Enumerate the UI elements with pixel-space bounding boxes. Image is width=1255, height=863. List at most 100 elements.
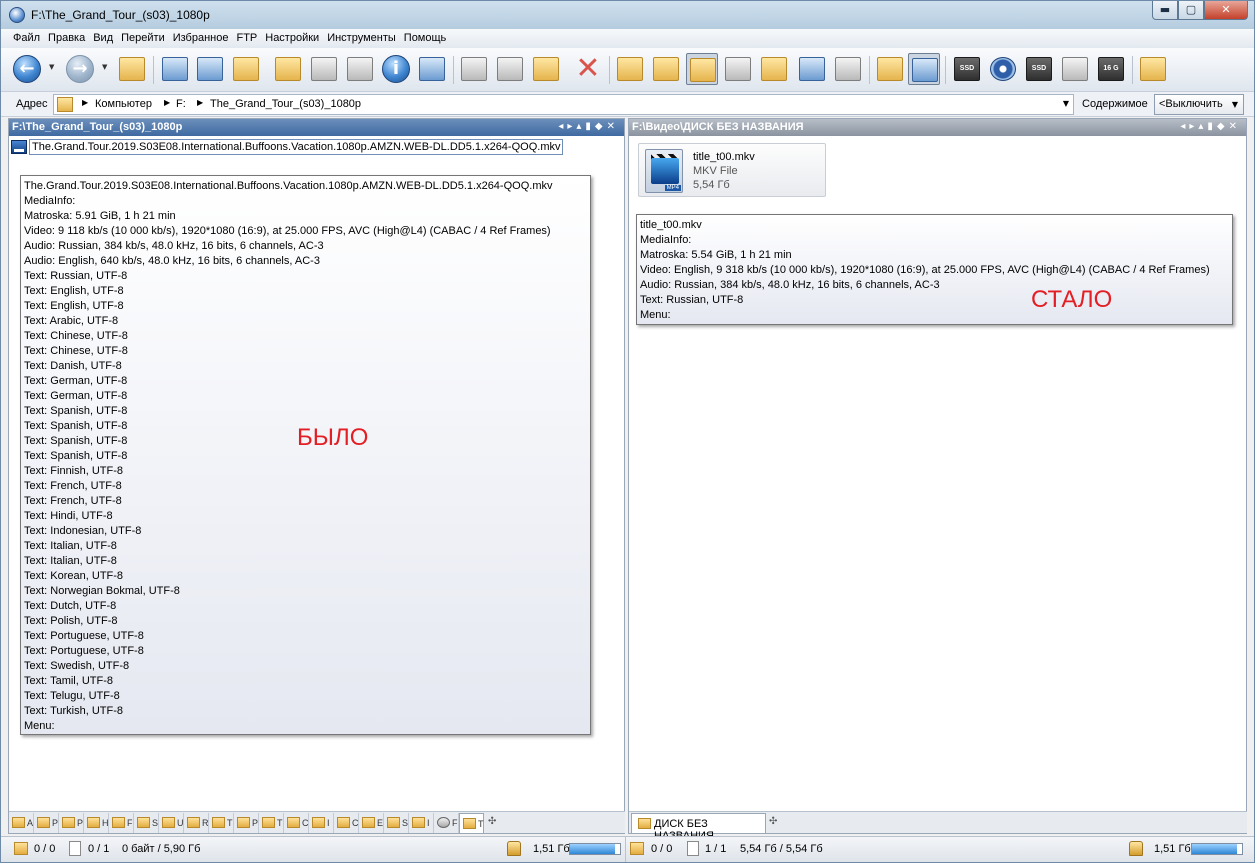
rename-button[interactable] <box>230 53 262 85</box>
delete-button[interactable]: ✕ <box>572 53 604 85</box>
new-folder-button[interactable] <box>272 53 304 85</box>
exit-icon <box>1140 57 1166 81</box>
app-icon <box>9 7 25 23</box>
sd-card-button[interactable]: 16 G <box>1095 53 1127 85</box>
address-input[interactable]: ▶ Компьютер ▶ F: ▶ The_Grand_Tour_(s03)_… <box>53 94 1074 115</box>
panel-nav-icons[interactable]: ◂▸▴▮◆✕ <box>1180 121 1241 132</box>
menu-edit[interactable]: Правка <box>44 29 89 48</box>
disc-drive-button[interactable] <box>987 53 1019 85</box>
drive-tab[interactable]: I <box>409 813 434 833</box>
view-tiles-button[interactable] <box>686 53 718 85</box>
menu-file[interactable]: Файл <box>9 29 44 48</box>
drive-tab[interactable]: T <box>209 813 234 833</box>
view-small-button[interactable] <box>650 53 682 85</box>
new-tab-icon[interactable]: ✣ <box>488 816 496 833</box>
breadcrumb-folder[interactable]: The_Grand_Tour_(s03)_1080p <box>210 98 361 110</box>
paste-button[interactable] <box>530 53 562 85</box>
menu-ftp[interactable]: FTP <box>232 29 261 48</box>
breadcrumb-arrow-icon[interactable]: ▶ <box>164 98 170 107</box>
drive-tab[interactable]: P <box>59 813 84 833</box>
tile-file-type: MKV File <box>693 165 738 177</box>
breadcrumb-arrow-icon[interactable]: ▶ <box>197 98 203 107</box>
select-button[interactable] <box>344 53 376 85</box>
drive-tab-label: S <box>152 818 159 828</box>
content-select[interactable]: <Выключить ▼ <box>1154 94 1244 115</box>
file-icon <box>69 841 81 856</box>
cut-button[interactable] <box>458 53 490 85</box>
mediainfo-line: Text: Italian, UTF-8 <box>24 555 117 567</box>
drive-tab[interactable]: H <box>84 813 109 833</box>
dual-panel-button[interactable] <box>908 53 940 85</box>
menu-tools[interactable]: Инструменты <box>323 29 400 48</box>
address-dropdown-icon[interactable]: ▼ <box>1063 99 1069 108</box>
hdd-drive-button[interactable] <box>1059 53 1091 85</box>
view-check-button[interactable] <box>832 53 864 85</box>
drive-tab[interactable]: S <box>384 813 409 833</box>
annotation-after: СТАЛО <box>1031 286 1113 313</box>
folder-up-button[interactable] <box>116 53 148 85</box>
drive-tab[interactable]: C <box>284 813 309 833</box>
menu-settings[interactable]: Настройки <box>261 29 323 48</box>
left-free-space-bar <box>569 843 621 855</box>
exit-button[interactable] <box>1137 53 1169 85</box>
chevron-down-icon: ▼ <box>1231 100 1238 109</box>
folder-icon <box>37 817 50 828</box>
panel-nav-icons[interactable]: ◂▸▴▮◆✕ <box>558 121 619 132</box>
view-thumbs-button[interactable] <box>796 53 828 85</box>
drive-tab[interactable]: P <box>234 813 259 833</box>
drive-tab[interactable]: T <box>259 813 284 833</box>
minimize-button[interactable]: ▬ <box>1152 1 1178 20</box>
tile-file-name: title_t00.mkv <box>693 151 755 163</box>
breadcrumb-drive[interactable]: F: <box>176 98 186 110</box>
folder-icon <box>162 817 175 828</box>
drive-tab[interactable]: S <box>134 813 159 833</box>
copy-button[interactable] <box>494 53 526 85</box>
menu-help[interactable]: Помощь <box>400 29 451 48</box>
menu-go[interactable]: Перейти <box>117 29 169 48</box>
menu-bar: Файл Правка Вид Перейти Избранное FTP На… <box>1 29 1254 48</box>
menu-view[interactable]: Вид <box>89 29 117 48</box>
back-button[interactable]: ← <box>11 53 43 85</box>
drive-tab[interactable]: F <box>434 813 459 833</box>
view-list-button[interactable] <box>614 53 646 85</box>
file-tile[interactable]: MP4 title_t00.mkv MKV File 5,54 Гб <box>638 143 826 197</box>
new-tab-icon[interactable]: ✣ <box>769 816 777 827</box>
drive-tab[interactable]: P <box>34 813 59 833</box>
menu-favorites[interactable]: Избранное <box>169 29 233 48</box>
drive-tab[interactable]: E <box>359 813 384 833</box>
view-large-button[interactable] <box>758 53 790 85</box>
ssd-drive-button[interactable]: SSD <box>951 53 983 85</box>
breadcrumb-computer[interactable]: Компьютер <box>95 98 152 110</box>
disc-icon <box>990 57 1016 81</box>
edit-button[interactable] <box>194 53 226 85</box>
maximize-button[interactable]: ▢ <box>1178 1 1204 20</box>
view-details-button[interactable] <box>722 53 754 85</box>
filter-button[interactable] <box>308 53 340 85</box>
mediainfo-line: Text: Swedish, UTF-8 <box>24 660 130 672</box>
left-panel-header: F:\The_Grand_Tour_(s03)_1080p ◂▸▴▮◆✕ <box>9 119 624 136</box>
drive-tab[interactable]: I <box>309 813 334 833</box>
drive-tab[interactable]: A <box>9 813 34 833</box>
back-dropdown-icon[interactable]: ▼ <box>49 63 57 73</box>
mkv-file-icon <box>11 140 27 154</box>
drive-tab[interactable]: C <box>334 813 359 833</box>
ssd2-drive-button[interactable]: SSD <box>1023 53 1055 85</box>
info-button[interactable]: i <box>380 53 412 85</box>
drive-tab[interactable]: T <box>459 813 484 833</box>
panels-button[interactable] <box>874 53 906 85</box>
panels-icon <box>877 57 903 81</box>
forward-button[interactable]: → <box>64 53 96 85</box>
mediainfo-line: Text: German, UTF-8 <box>24 390 128 402</box>
drive-tab[interactable]: U <box>159 813 184 833</box>
drive-tab-label: T <box>227 818 233 828</box>
computer-button[interactable] <box>159 53 191 85</box>
drive-tab[interactable]: F <box>109 813 134 833</box>
forward-dropdown-icon[interactable]: ▼ <box>102 63 110 73</box>
mediainfo-line: Text: German, UTF-8 <box>24 375 128 387</box>
copy-panels-button[interactable] <box>416 53 448 85</box>
mediainfo-line: Text: French, UTF-8 <box>24 480 122 492</box>
drive-tab[interactable]: R <box>184 813 209 833</box>
close-button[interactable]: ✕ <box>1204 1 1248 20</box>
tab-disk[interactable]: ДИСК БЕЗ НАЗВАНИЯ <box>631 813 766 842</box>
breadcrumb-arrow-icon[interactable]: ▶ <box>82 98 88 107</box>
